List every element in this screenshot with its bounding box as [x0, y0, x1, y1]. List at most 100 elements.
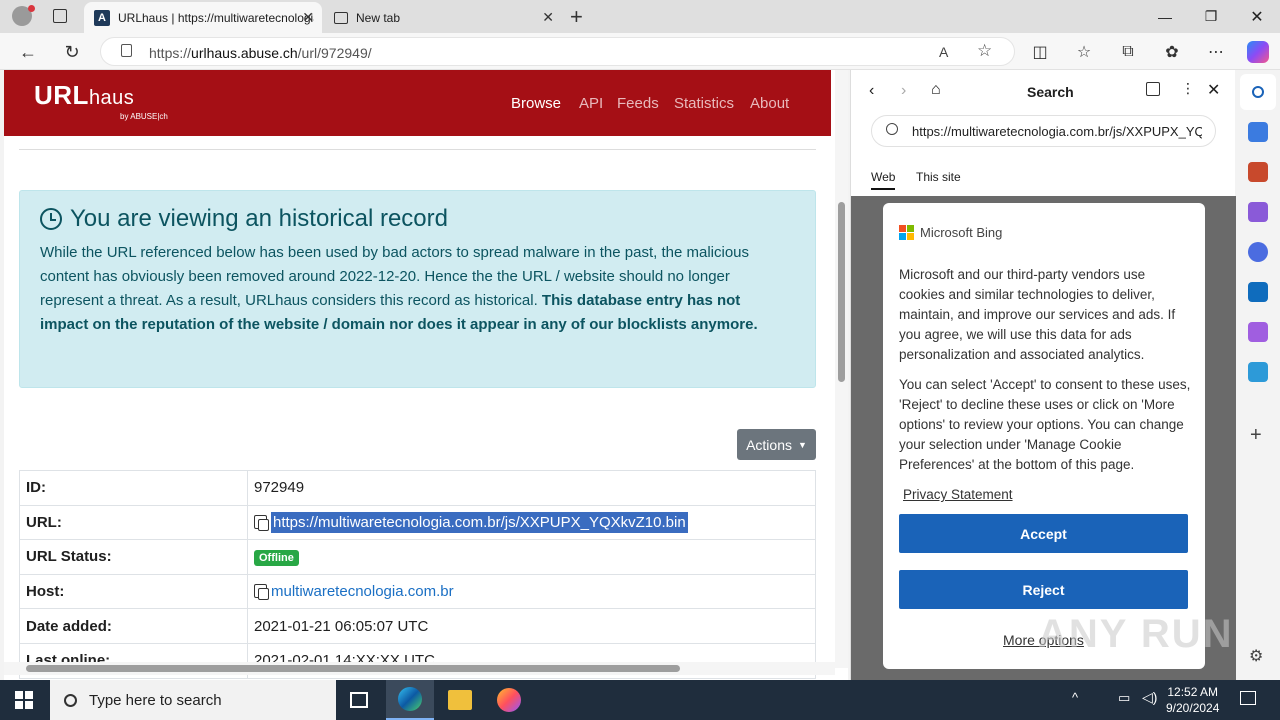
history-icon	[40, 208, 62, 230]
urlhaus-header: URLhaus by ABUSE|ch Browse API Feeds Sta…	[4, 70, 831, 136]
notifications-icon[interactable]	[1240, 691, 1256, 705]
divider	[19, 149, 816, 150]
panel-home-icon[interactable]: ⌂	[931, 81, 941, 99]
back-icon[interactable]: ←	[14, 39, 42, 65]
minimize-icon[interactable]: —	[1142, 0, 1188, 33]
add-sidebar-app-icon[interactable]: +	[1250, 424, 1262, 447]
close-tab-icon[interactable]: ✕	[542, 9, 554, 26]
cookie-text: Microsoft and our third-party vendors us…	[899, 267, 1191, 502]
tab-label: URLhaus | https://multiwaretecnologia.co…	[118, 10, 314, 25]
notification-dot	[28, 5, 35, 12]
host-link[interactable]: multiwaretecnologia.com.br	[271, 583, 454, 600]
network-icon[interactable]: ▭	[1118, 690, 1130, 706]
nav-about[interactable]: About	[750, 95, 789, 112]
web-page: URLhaus by ABUSE|ch Browse API Feeds Sta…	[4, 70, 848, 680]
close-window-icon[interactable]: ✕	[1234, 0, 1280, 33]
volume-icon[interactable]: ◁)	[1142, 689, 1157, 706]
table-row: URL Status: Offline	[19, 539, 816, 575]
scrollbar-thumb[interactable]	[838, 202, 845, 382]
privacy-statement-link[interactable]: Privacy Statement	[903, 487, 1013, 502]
row-value: 2021-01-21 06:05:07 UTC	[247, 608, 816, 644]
copy-icon[interactable]	[254, 514, 269, 531]
row-value: Offline	[247, 539, 816, 575]
row-key: Host:	[19, 573, 248, 610]
browser-toolbar: ← ↻ https://urlhaus.abuse.ch/url/972949/…	[0, 33, 1280, 70]
urlhaus-logo[interactable]: URLhaus	[34, 80, 134, 111]
refresh-icon[interactable]: ↻	[58, 39, 86, 65]
nav-statistics[interactable]: Statistics	[674, 95, 734, 112]
sidebar-search-icon[interactable]	[1240, 74, 1276, 110]
url-info-table: ID: 972949 URL: https://multiwaretecnolo…	[19, 470, 816, 679]
microsoft-logo-icon	[899, 225, 914, 240]
accept-button[interactable]: Accept	[899, 514, 1188, 553]
microsoft365-icon[interactable]	[1248, 242, 1268, 262]
start-windows-icon[interactable]	[15, 691, 33, 709]
tools-briefcase-icon[interactable]	[1248, 162, 1268, 182]
scrollbar-thumb[interactable]	[26, 665, 680, 672]
row-key: URL:	[19, 504, 248, 541]
tab-new[interactable]: New tab ✕	[324, 2, 562, 33]
nav-feeds[interactable]: Feeds	[617, 95, 659, 112]
panel-title: Search	[1027, 84, 1074, 100]
firefox-icon[interactable]	[497, 688, 521, 712]
status-badge: Offline	[254, 550, 299, 567]
edge-sidebar: + ⚙	[1236, 70, 1280, 680]
search-icon	[64, 693, 77, 707]
games-icon[interactable]	[1248, 202, 1268, 222]
horizontal-scrollbar[interactable]	[4, 662, 835, 675]
tab-urlhaus[interactable]: A URLhaus | https://multiwaretecnologia.…	[84, 2, 322, 33]
lock-icon[interactable]	[121, 44, 132, 57]
table-row: ID: 972949	[19, 470, 816, 506]
read-aloud-icon[interactable]: A	[939, 44, 948, 60]
tray-chevron-icon[interactable]: ^	[1072, 690, 1078, 705]
tab-actions-icon[interactable]	[53, 9, 67, 23]
bing-brand: Microsoft Bing	[899, 225, 1002, 240]
row-key: ID:	[19, 470, 248, 506]
extensions-icon[interactable]: ✿	[1161, 41, 1183, 63]
windows-taskbar: Type here to search ^ ▭ ◁) 12:52 AM 9/20/…	[0, 680, 1280, 720]
collections-icon[interactable]: ⧉	[1117, 41, 1139, 63]
tab-label: New tab	[356, 10, 401, 25]
nav-api[interactable]: API	[579, 95, 603, 112]
edge-taskbar-icon[interactable]	[386, 680, 434, 720]
reject-button[interactable]: Reject	[899, 570, 1188, 609]
file-explorer-icon[interactable]	[448, 690, 472, 710]
panel-back-icon[interactable]: ‹	[869, 82, 874, 100]
open-in-tab-icon[interactable]	[1146, 82, 1160, 96]
alert-title: You are viewing an historical record	[40, 205, 448, 233]
task-view-icon[interactable]	[350, 692, 368, 708]
panel-forward-icon[interactable]: ›	[901, 82, 906, 100]
copy-icon[interactable]	[254, 584, 269, 601]
close-tab-icon[interactable]: ✕	[302, 9, 314, 26]
address-bar[interactable]: https://urlhaus.abuse.ch/url/972949/ A ☆	[100, 37, 1015, 66]
outlook-icon[interactable]	[1248, 282, 1268, 302]
restore-icon[interactable]: ❐	[1188, 0, 1234, 33]
tab-this-site[interactable]: This site	[916, 170, 961, 184]
vertical-scrollbar[interactable]	[835, 70, 848, 668]
favorites-icon[interactable]: ☆	[1073, 41, 1095, 63]
split-screen-icon[interactable]: ◫	[1029, 41, 1051, 63]
panel-more-icon[interactable]: ⋮	[1181, 80, 1195, 97]
drop-icon[interactable]	[1248, 362, 1268, 382]
nav-browse[interactable]: Browse	[511, 95, 561, 112]
cookie-consent-dialog: Microsoft Bing Microsoft and our third-p…	[883, 203, 1205, 669]
newtab-favicon	[334, 11, 348, 24]
sidebar-settings-icon[interactable]: ⚙	[1249, 646, 1263, 666]
taskbar-search-input[interactable]: Type here to search	[50, 680, 336, 720]
address-text: https://urlhaus.abuse.ch/url/972949/	[149, 45, 372, 61]
row-key: URL Status:	[19, 539, 248, 575]
copilot-icon[interactable]	[1247, 41, 1269, 63]
row-value: 972949	[247, 470, 816, 506]
url-value-selected[interactable]: https://multiwaretecnologia.com.br/js/XX…	[271, 511, 688, 533]
more-menu-icon[interactable]: ⋯	[1205, 41, 1227, 63]
designer-icon[interactable]	[1248, 322, 1268, 342]
new-tab-icon[interactable]: +	[570, 4, 583, 30]
table-row: Date added: 2021-01-21 06:05:07 UTC	[19, 608, 816, 644]
favorite-star-icon[interactable]: ☆	[977, 41, 992, 61]
panel-close-icon[interactable]: ✕	[1207, 80, 1220, 100]
panel-search-input[interactable]: https://multiwaretecnologia.com.br/js/XX…	[871, 115, 1216, 147]
actions-button[interactable]: Actions ▼	[737, 429, 816, 460]
tab-web[interactable]: Web	[871, 170, 896, 190]
taskbar-clock[interactable]: 12:52 AM 9/20/2024	[1166, 684, 1219, 716]
shopping-tag-icon[interactable]	[1248, 122, 1268, 142]
